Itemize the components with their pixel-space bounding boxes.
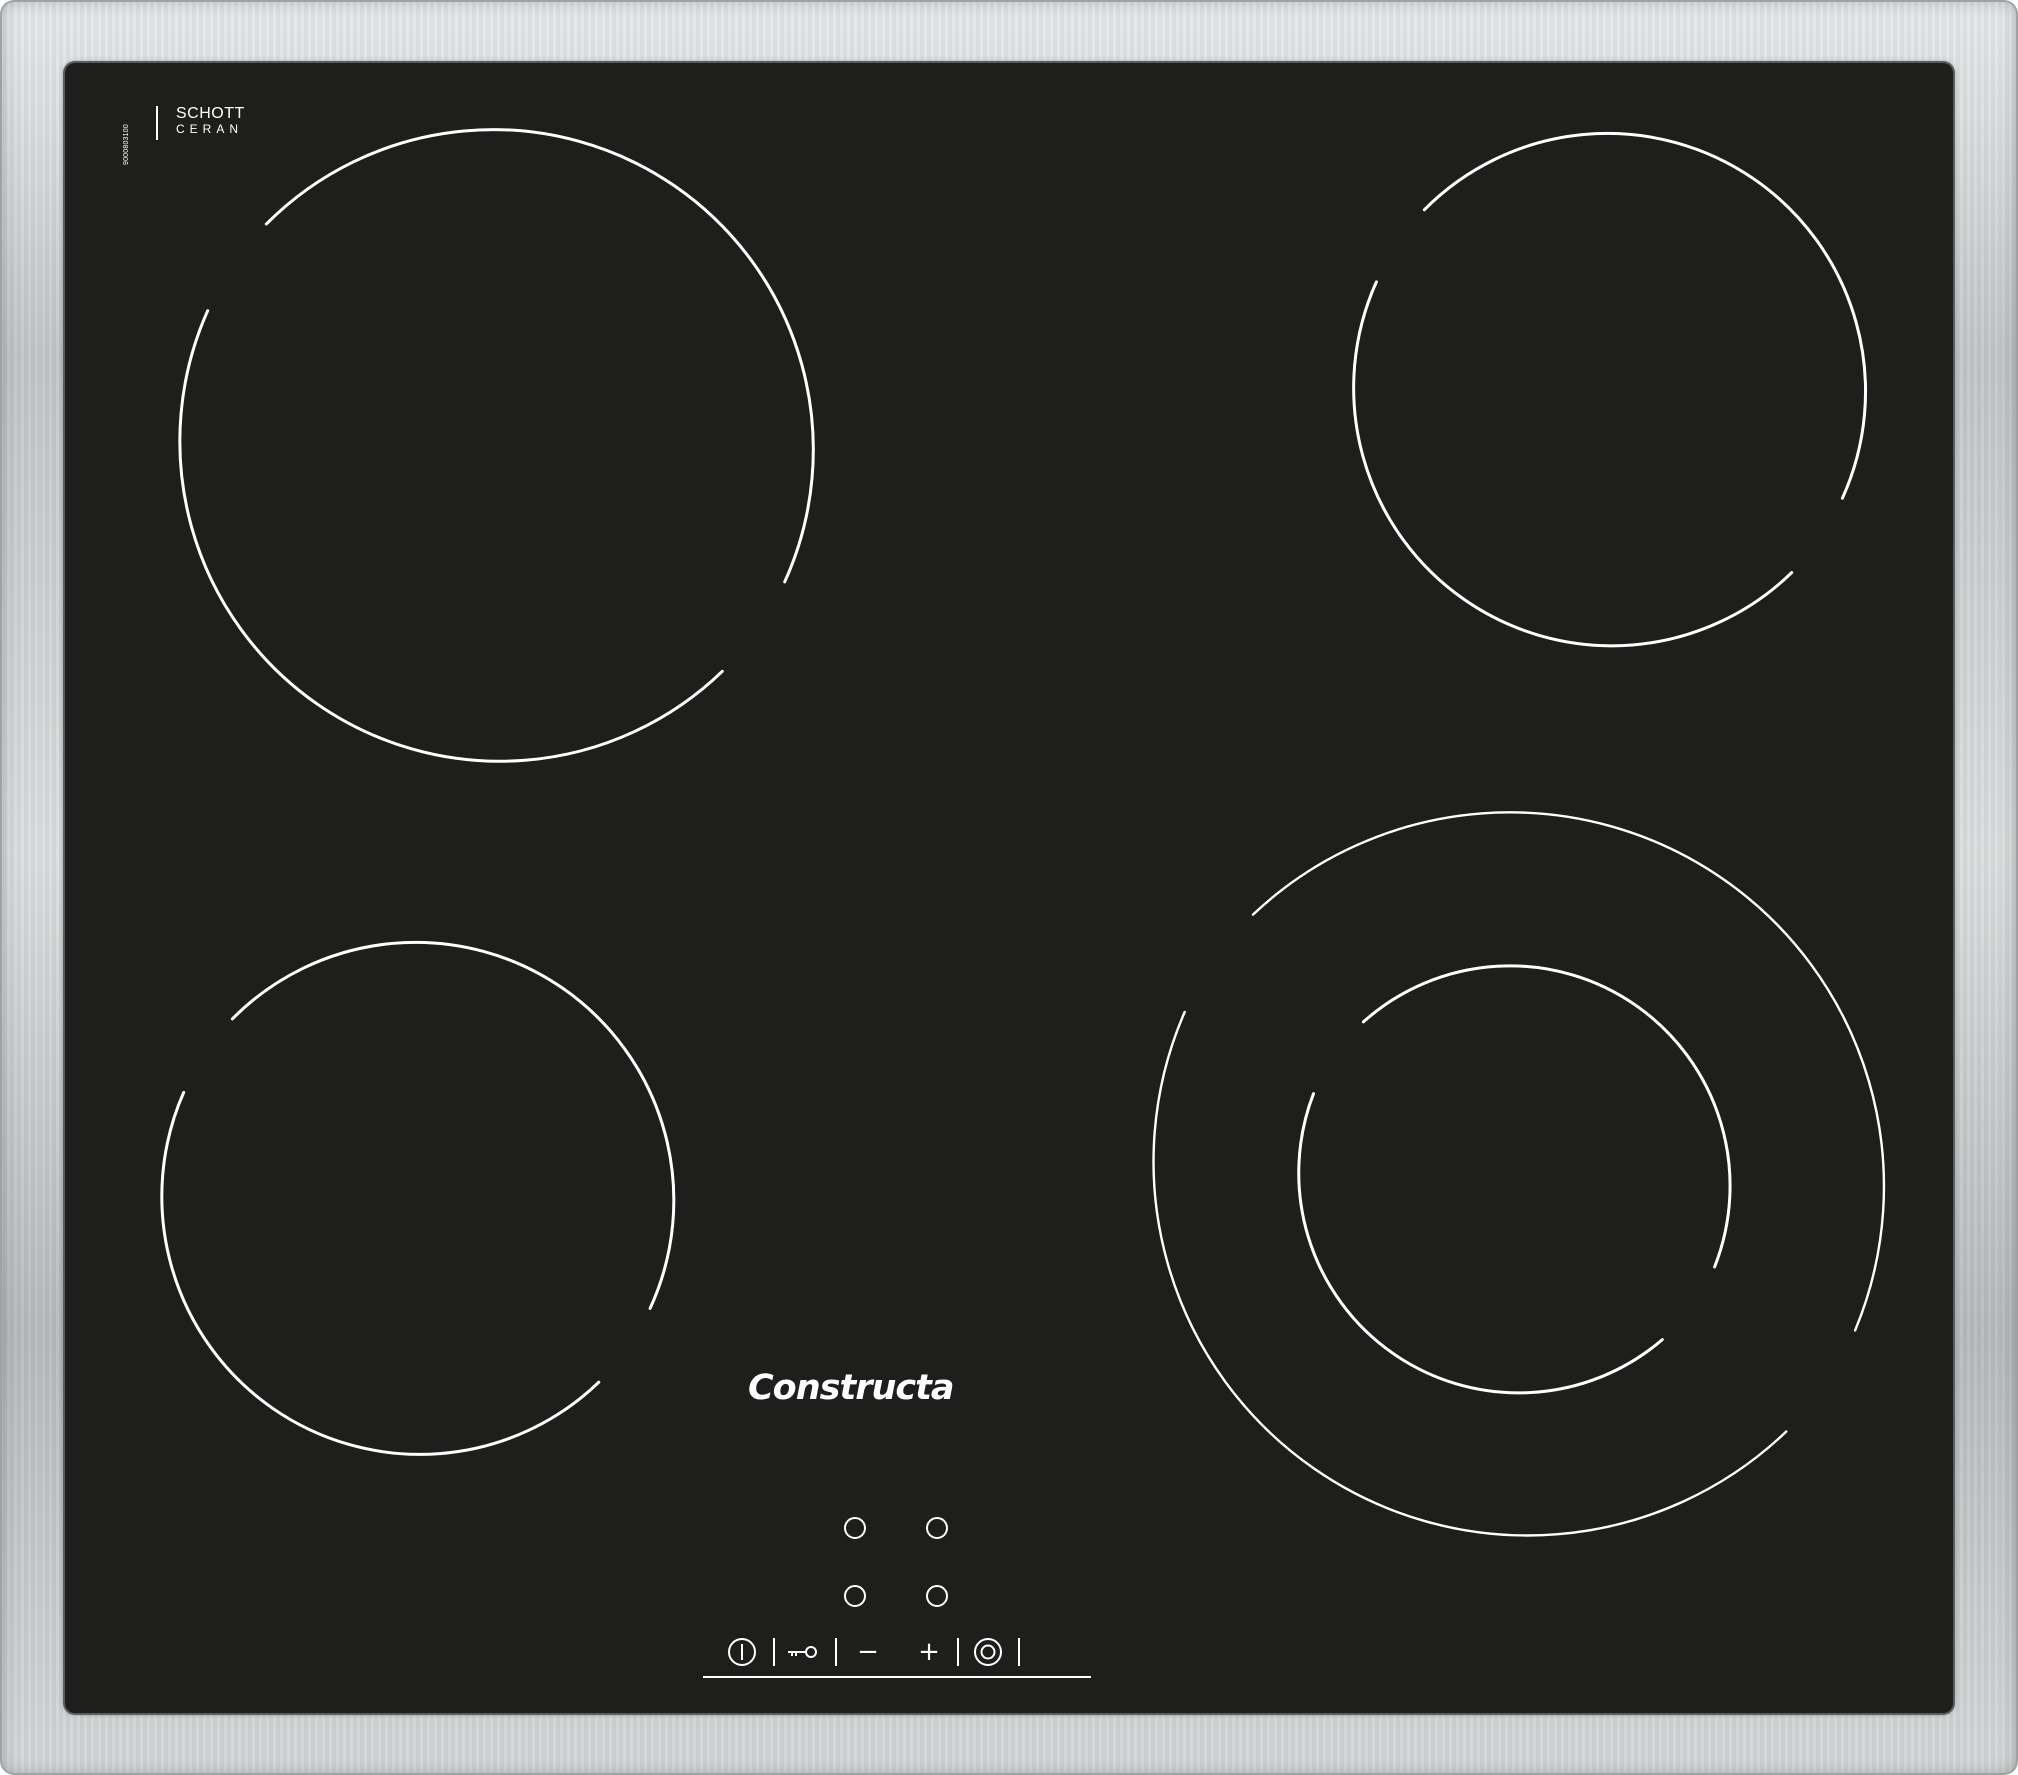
cooking-zones bbox=[160, 128, 1886, 1537]
zone-bottom-right-outer-ring bbox=[1152, 811, 1886, 1537]
cooking-zone-top-right[interactable] bbox=[1352, 131, 1868, 648]
cooking-zone-bottom-right-dual[interactable] bbox=[1152, 811, 1886, 1537]
power-button[interactable] bbox=[727, 1635, 757, 1669]
zone-select-button[interactable] bbox=[973, 1635, 1003, 1669]
child-lock-button[interactable] bbox=[785, 1635, 821, 1669]
control-separator bbox=[773, 1638, 775, 1666]
plus-button[interactable]: + bbox=[915, 1635, 943, 1669]
control-separator bbox=[957, 1638, 959, 1666]
zone-top-left-ring bbox=[178, 128, 815, 763]
control-underline bbox=[703, 1676, 1091, 1678]
zone-top-right-ring bbox=[1352, 131, 1868, 648]
key-icon bbox=[788, 1646, 817, 1658]
cooking-zone-top-left[interactable] bbox=[178, 128, 815, 763]
zone-indicator-top-left bbox=[844, 1517, 866, 1539]
zone-bottom-right-inner-ring bbox=[1297, 964, 1732, 1395]
ceran-text: CERAN bbox=[176, 122, 244, 136]
control-separator bbox=[1018, 1638, 1020, 1666]
control-separator bbox=[835, 1638, 837, 1666]
touch-control-panel bbox=[600, 1565, 1020, 1610]
power-icon bbox=[728, 1638, 756, 1666]
logo-divider bbox=[156, 106, 158, 140]
ceramic-glass-surface: SCHOTT CERAN 9000803100 bbox=[65, 63, 1953, 1713]
minus-button[interactable]: − bbox=[854, 1635, 882, 1669]
ceramic-cooktop: SCHOTT CERAN 9000803100 Constructa − + bbox=[0, 0, 2018, 1775]
dual-zone-icon bbox=[974, 1638, 1002, 1666]
serial-number: 9000803100 bbox=[123, 124, 130, 165]
schott-text: SCHOTT bbox=[176, 105, 245, 122]
cooking-zone-bottom-left[interactable] bbox=[160, 940, 676, 1456]
brand-logo: Constructa bbox=[748, 1368, 955, 1408]
zone-bottom-left-ring bbox=[160, 940, 676, 1456]
zone-indicator-top-right bbox=[926, 1517, 948, 1539]
